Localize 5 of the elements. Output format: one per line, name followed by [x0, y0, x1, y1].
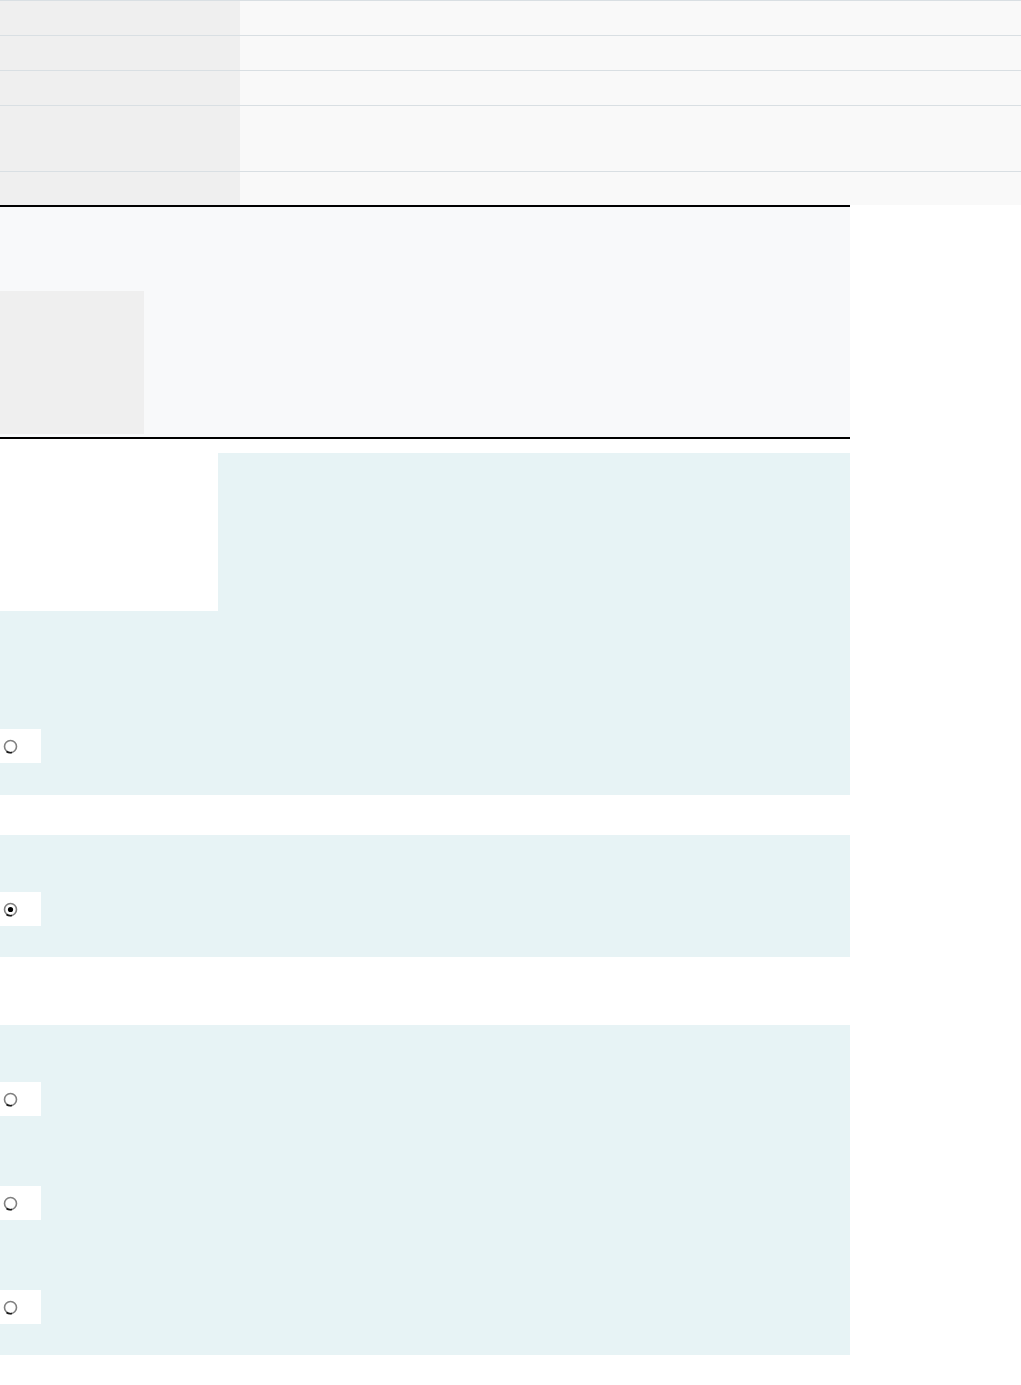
radio-button[interactable] — [3, 738, 18, 754]
radio-button[interactable] — [3, 1299, 18, 1315]
radio-button[interactable] — [3, 1091, 18, 1107]
radio-button[interactable] — [3, 1195, 18, 1211]
radio-button[interactable] — [3, 901, 18, 917]
